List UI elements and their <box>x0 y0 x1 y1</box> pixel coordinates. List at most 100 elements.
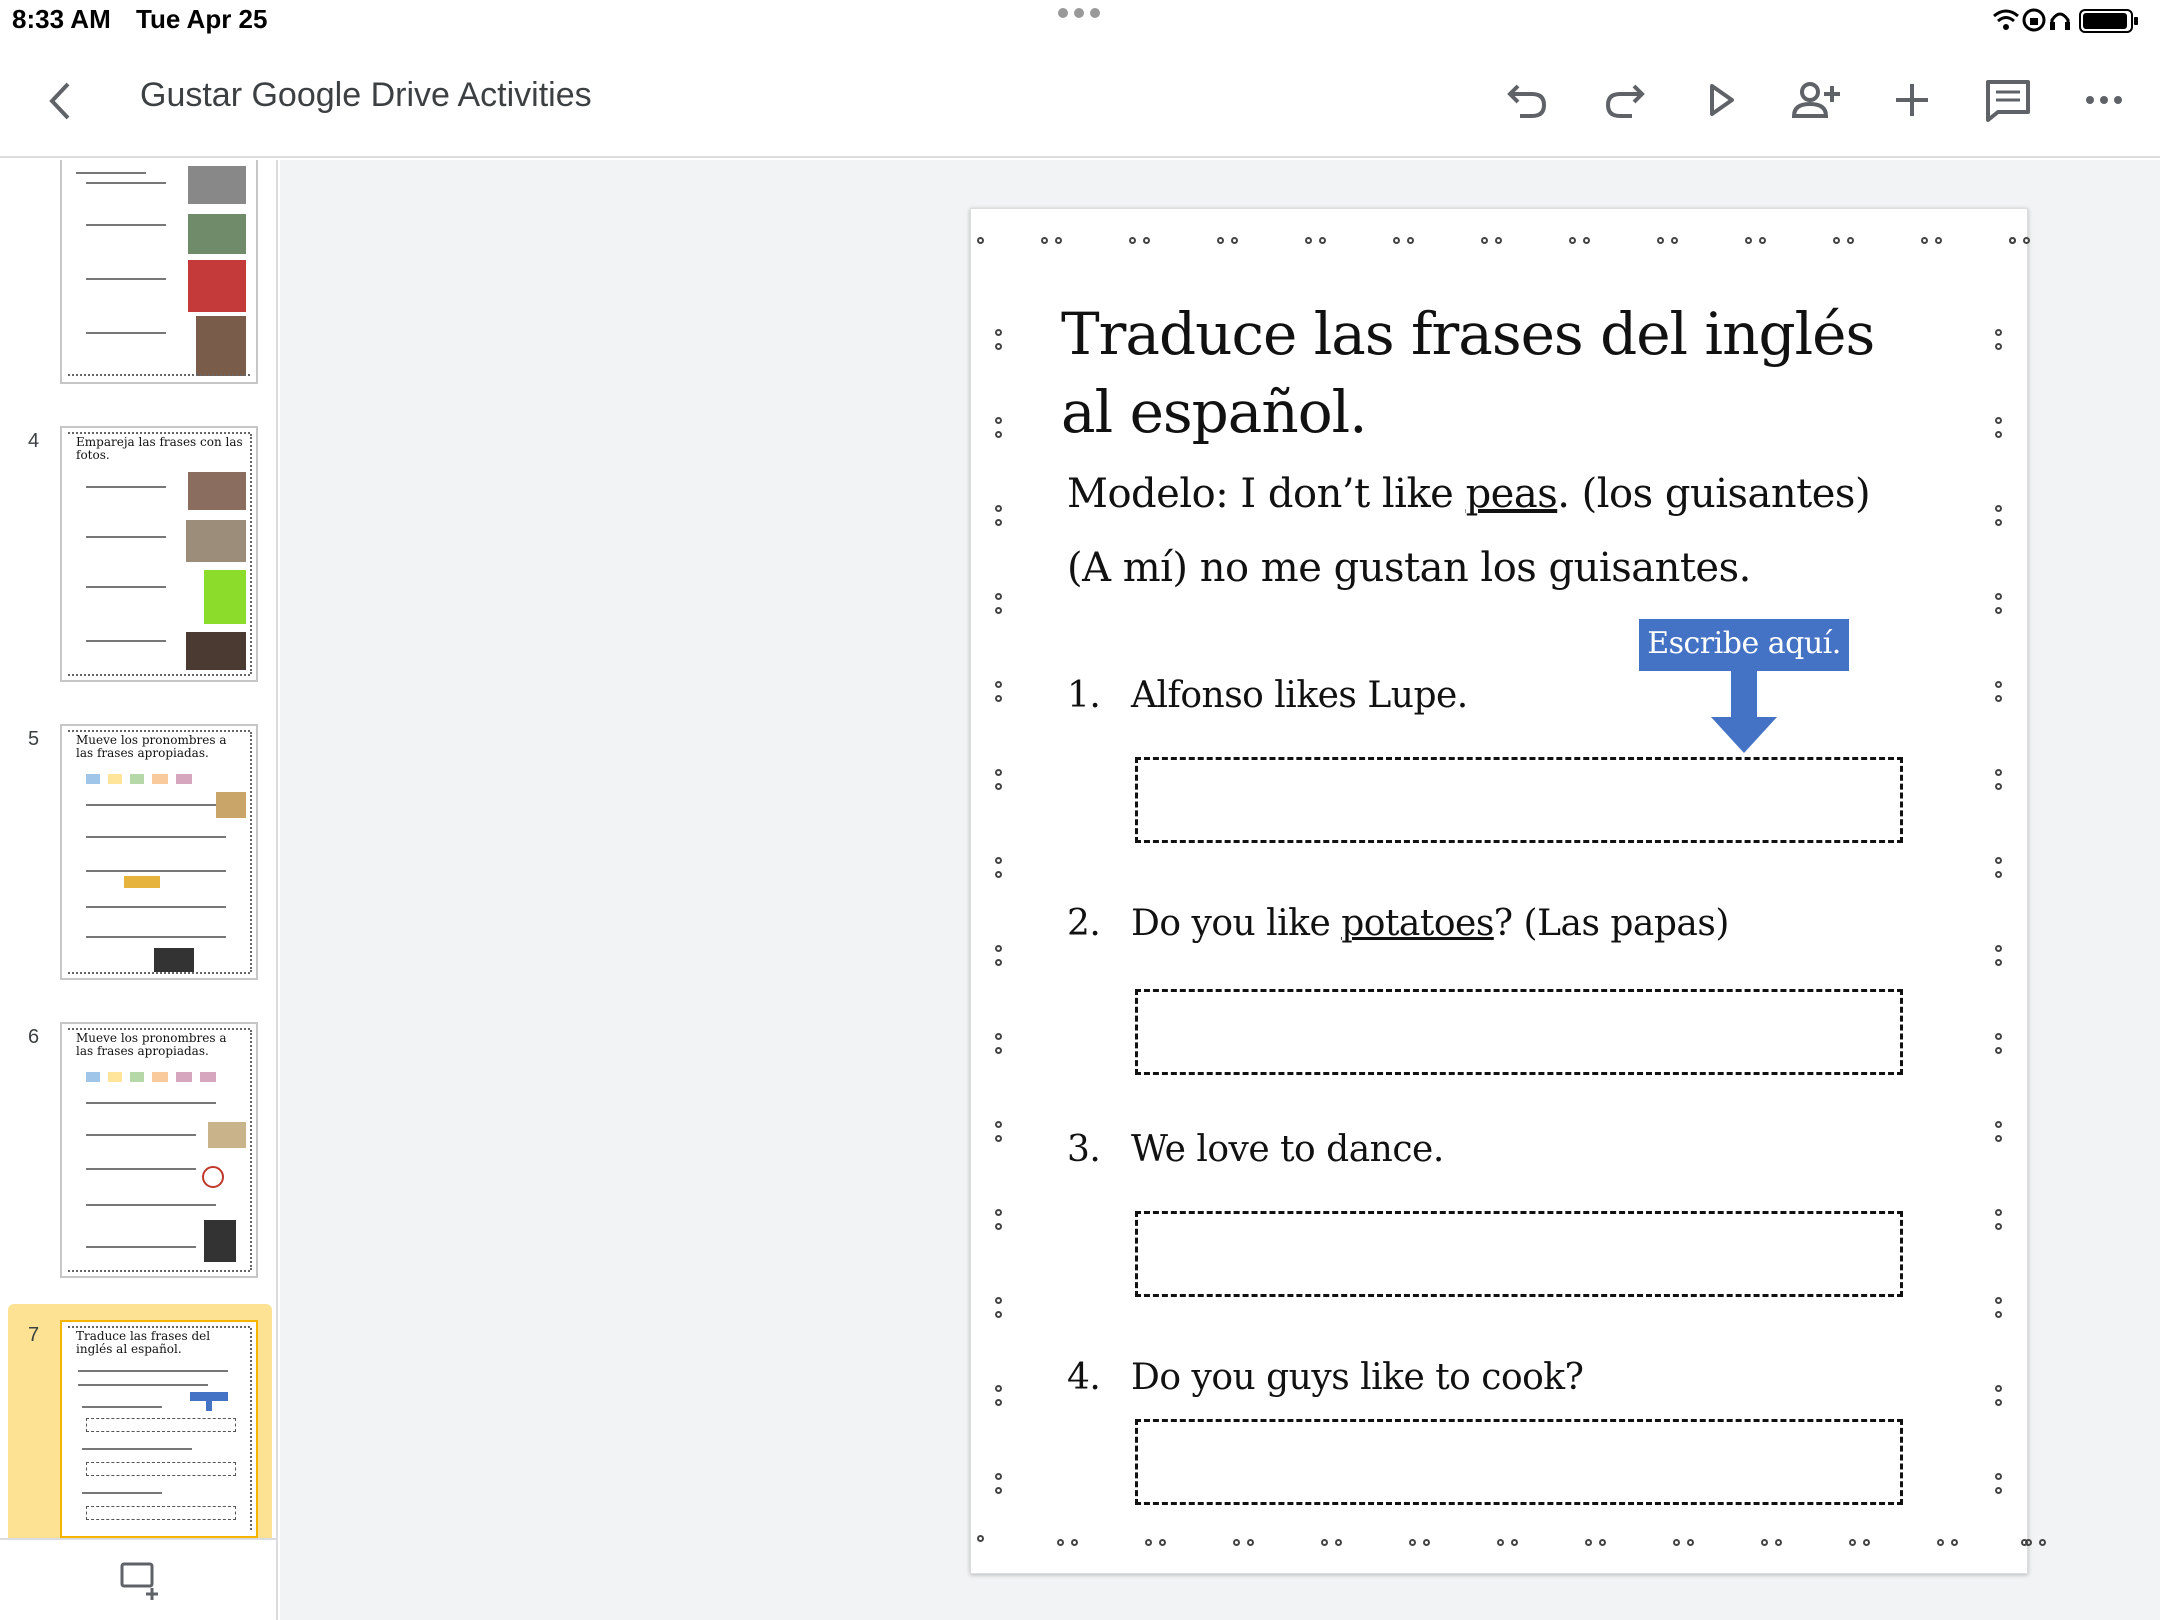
slide-canvas[interactable]: Traduce las frases del inglés al español… <box>280 160 2160 1620</box>
slide-filmstrip[interactable]: 4 Empareja las frases con las fotos. 5 M… <box>0 160 278 1620</box>
border-dot <box>1409 1539 1416 1546</box>
border-dot <box>2021 1539 2028 1546</box>
border-dot <box>995 871 1002 878</box>
modelo-suffix: . (los guisantes) <box>1557 471 1871 517</box>
multitasking-dots-icon[interactable] <box>1058 8 1102 20</box>
border-dot <box>1231 237 1238 244</box>
border-dot <box>1217 237 1224 244</box>
border-dot <box>1129 237 1136 244</box>
comment-icon[interactable] <box>1978 70 2038 130</box>
border-dot <box>1143 237 1150 244</box>
down-arrow-icon[interactable] <box>1709 671 1779 753</box>
border-dot <box>1995 519 2002 526</box>
modelo-line[interactable]: Modelo: I don’t like peas. (los guisante… <box>1067 471 1871 517</box>
border-dot <box>1995 1487 2002 1494</box>
slide-thumbnail-title: Mueve los pronombres a las frases apropi… <box>76 733 227 760</box>
border-dot <box>1995 857 2002 864</box>
border-dot <box>1233 1539 1240 1546</box>
border-dot <box>1995 695 2002 702</box>
border-dot <box>977 237 984 244</box>
app-bar: Gustar Google Drive Activities <box>0 40 2160 158</box>
border-dot <box>1671 237 1678 244</box>
answer-box-4[interactable] <box>1135 1419 1903 1505</box>
slide-thumbnail-title: Mueve los pronombres a las frases apropi… <box>76 1031 227 1058</box>
answer-box-3[interactable] <box>1135 1211 1903 1297</box>
more-icon[interactable] <box>2074 70 2134 130</box>
border-dot <box>995 1047 1002 1054</box>
undo-icon[interactable] <box>1498 70 1558 130</box>
border-dot <box>2009 237 2016 244</box>
slide-title[interactable]: Traduce las frases del inglés al español… <box>1061 295 1941 451</box>
border-dot <box>1495 237 1502 244</box>
border-dot <box>1995 1033 2002 1040</box>
border-dot <box>1995 769 2002 776</box>
question-1[interactable]: 1. Alfonso likes Lupe. <box>1067 675 1468 716</box>
slide-number: 5 <box>28 728 40 750</box>
border-dot <box>1995 417 2002 424</box>
border-dot <box>1321 1539 1328 1546</box>
border-dot <box>1995 593 2002 600</box>
border-dot <box>1759 237 1766 244</box>
border-dot <box>1687 1539 1694 1546</box>
slide-thumbnail-6[interactable]: Mueve los pronombres a las frases apropi… <box>60 1022 258 1278</box>
answer-box-1[interactable] <box>1135 757 1903 843</box>
modelo-answer[interactable]: (A mí) no me gustan los guisantes. <box>1067 545 1751 591</box>
share-icon[interactable] <box>1786 70 1846 130</box>
slide-thumbnail-5[interactable]: Mueve los pronombres a las frases apropi… <box>60 724 258 980</box>
question-2[interactable]: 2. Do you like potatoes? (Las papas) <box>1067 903 1729 944</box>
border-dot <box>1937 1539 1944 1546</box>
border-dot <box>1407 237 1414 244</box>
document-title[interactable]: Gustar Google Drive Activities <box>140 76 592 115</box>
border-dot <box>1847 237 1854 244</box>
question-number: 3. <box>1067 1129 1101 1170</box>
border-dot <box>1863 1539 1870 1546</box>
slide-thumbnail-title: Traduce las frases del inglés al español… <box>76 1329 211 1356</box>
border-dot <box>1995 1473 2002 1480</box>
border-dot <box>1071 1539 1078 1546</box>
filmstrip-toolbar <box>0 1538 276 1620</box>
border-dot <box>995 959 1002 966</box>
border-dot <box>995 783 1002 790</box>
border-dot <box>995 1487 1002 1494</box>
redo-icon[interactable] <box>1594 70 1654 130</box>
border-dot <box>1497 1539 1504 1546</box>
border-dot <box>1995 1297 2002 1304</box>
border-dot <box>1423 1539 1430 1546</box>
new-slide-icon[interactable] <box>118 1560 162 1600</box>
back-icon[interactable] <box>36 76 86 126</box>
border-dot <box>995 417 1002 424</box>
border-dot <box>995 1473 1002 1480</box>
status-time: 8:33 AM <box>12 4 111 34</box>
border-dot <box>995 857 1002 864</box>
present-icon[interactable] <box>1690 70 1750 130</box>
slide-thumbnail-3[interactable] <box>60 160 258 384</box>
question-4[interactable]: 4. Do you guys like to cook? <box>1067 1357 1584 1398</box>
answer-box-2[interactable] <box>1135 989 1903 1075</box>
border-dot <box>1995 959 2002 966</box>
slide-number: 6 <box>28 1026 40 1048</box>
modelo-prefix: Modelo: I don’t like <box>1067 471 1466 517</box>
border-dot <box>995 343 1002 350</box>
border-dot <box>1335 1539 1342 1546</box>
status-icons <box>1993 8 2138 33</box>
border-dot <box>995 695 1002 702</box>
slide-thumbnail-7[interactable]: Traduce las frases del inglés al español… <box>60 1320 258 1538</box>
slide-7[interactable]: Traduce las frases del inglés al español… <box>970 208 2046 1574</box>
question-3[interactable]: 3. We love to dance. <box>1067 1129 1444 1170</box>
border-dot <box>995 1223 1002 1230</box>
escribe-aqui-callout[interactable]: Escribe aquí. <box>1639 619 1849 671</box>
border-dot <box>995 505 1002 512</box>
border-dot <box>1319 237 1326 244</box>
border-dot <box>2039 1539 2046 1546</box>
border-dot <box>1511 1539 1518 1546</box>
border-dot <box>995 607 1002 614</box>
border-dot <box>1995 1047 2002 1054</box>
border-dot <box>1921 237 1928 244</box>
border-dot <box>1585 1539 1592 1546</box>
border-dot <box>2023 237 2030 244</box>
border-dot <box>995 769 1002 776</box>
add-icon[interactable] <box>1882 70 1942 130</box>
slide-thumbnail-4[interactable]: Empareja las frases con las fotos. <box>60 426 258 682</box>
border-dot <box>1041 237 1048 244</box>
border-dot <box>995 681 1002 688</box>
